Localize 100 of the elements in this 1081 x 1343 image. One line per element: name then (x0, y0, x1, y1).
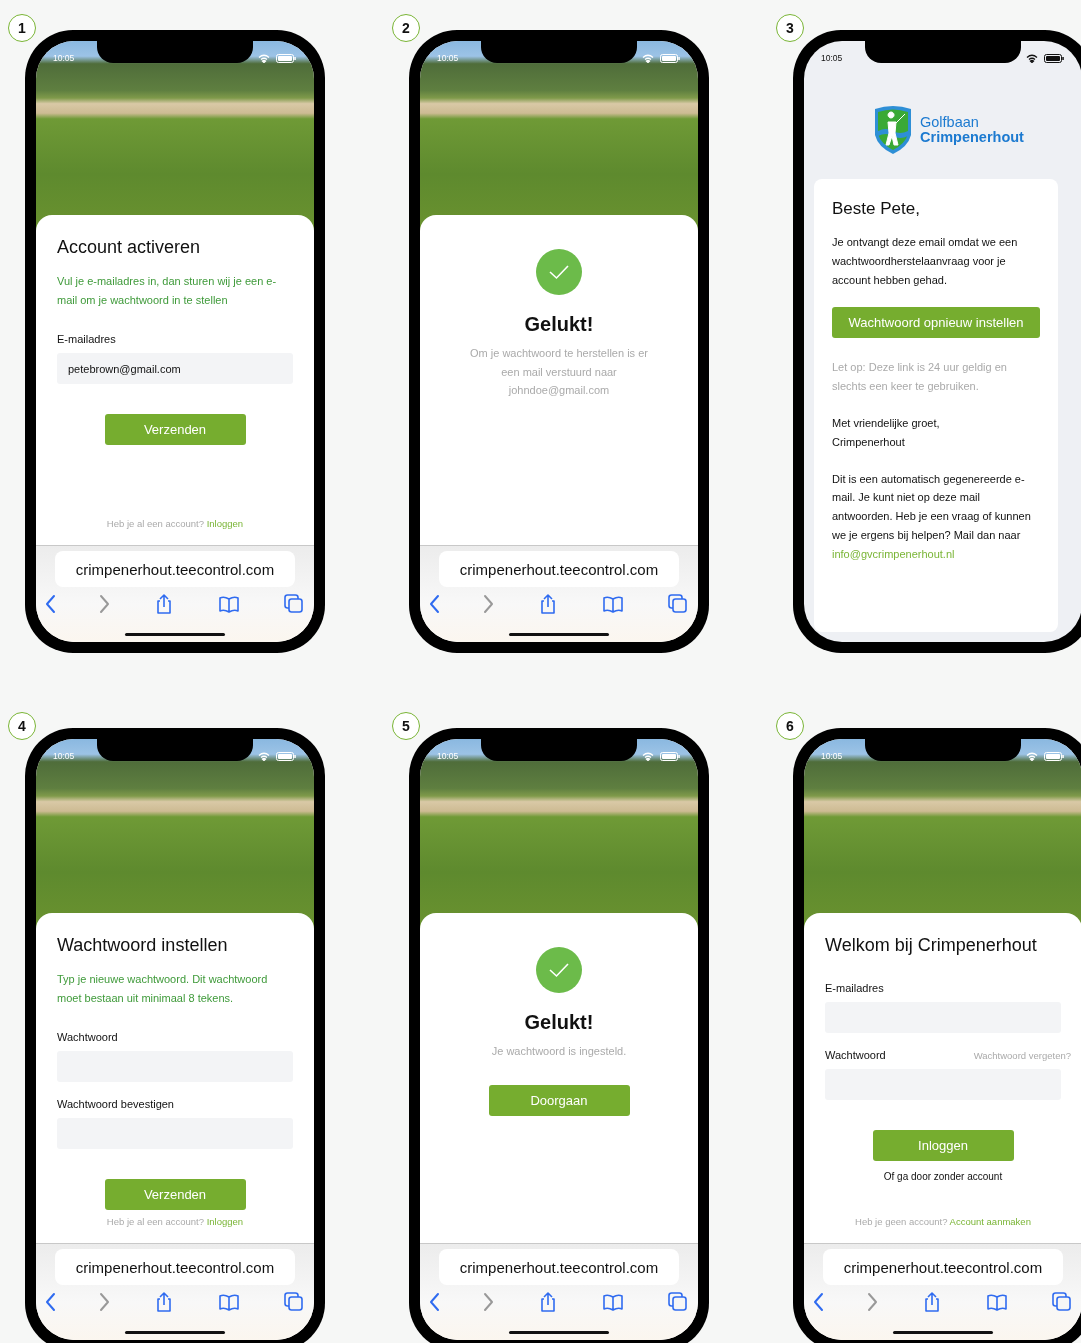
success-message: Je wachtwoord is ingesteld. (490, 1044, 628, 1059)
continue-button[interactable]: Doorgaan (488, 1084, 630, 1116)
login-link[interactable]: Inloggen (206, 1216, 244, 1227)
step-number-badge: 5 (392, 712, 420, 740)
forward-icon (483, 594, 494, 614)
step-number-badge: 6 (776, 712, 804, 740)
check-circle-icon (536, 249, 582, 295)
screen-title: Wachtwoord instellen (57, 935, 229, 956)
logo-text-line: Crimpenerhout (920, 130, 1024, 145)
book-icon (602, 593, 624, 615)
status-time: 10:05 (437, 53, 459, 63)
book-button[interactable] (218, 1291, 240, 1313)
success-title: Gelukt! (524, 313, 594, 336)
check-circle-icon (536, 947, 582, 993)
back-icon (813, 1292, 824, 1312)
email-signoff: Met vriendelijke groet, Crimpenerhout (832, 416, 941, 450)
book-icon (602, 1291, 624, 1313)
back-button[interactable] (45, 593, 56, 615)
intro-text: Typ je nieuwe wachtwoord. Dit wachtwoord moet bestaan uit minimaal 8 tekens. (57, 972, 269, 1006)
back-button[interactable] (429, 593, 440, 615)
wifi-icon (1026, 751, 1038, 761)
book-icon (986, 1291, 1008, 1313)
email-link[interactable]: info@gvcrimpenerhout.nl (832, 547, 955, 560)
email-greeting: Beste Pete, (832, 199, 921, 219)
tabs-button[interactable] (1051, 1291, 1073, 1313)
tabs-icon (667, 593, 689, 615)
battery-icon (276, 751, 296, 761)
address-bar[interactable]: crimpenerhout.teecontrol.com (55, 551, 295, 587)
back-icon (429, 1292, 440, 1312)
field-label: E-mailadres (825, 982, 884, 994)
battery-icon (1044, 53, 1064, 63)
tabs-icon (667, 1291, 689, 1313)
back-button[interactable] (45, 1291, 56, 1313)
address-bar[interactable]: crimpenerhout.teecontrol.com (439, 1249, 679, 1285)
email-paragraph: Dit is een automatisch gegenereerde e-mail. Je kunt niet op deze mail antwoorden. Heb je een vraag of kunnen we je ergens bij helpen? Mail dan naar info@gvcrimpenerhout.nl (832, 471, 1032, 562)
status-time: 10:05 (437, 751, 459, 761)
tabs-button[interactable] (283, 593, 305, 615)
footer-text: Heb je al een account? Inloggen (105, 1216, 245, 1227)
step-number-badge: 4 (8, 712, 36, 740)
submit-button[interactable]: Inloggen (872, 1130, 1014, 1161)
back-button[interactable] (429, 1291, 440, 1313)
back-icon (429, 594, 440, 614)
login-link[interactable]: Account aanmaken (949, 1216, 1031, 1227)
step-number-badge: 2 (392, 14, 420, 42)
footer-text: Heb je al een account? Inloggen (105, 518, 245, 529)
email-note: Let op: Deze link is 24 uur geldig en slechts een keer te gebruiken. (832, 360, 1008, 395)
tabs-icon (1051, 1291, 1073, 1313)
input-field[interactable]: petebrown@gmail.com (57, 353, 293, 384)
submit-button[interactable]: Verzenden (104, 414, 246, 445)
forward-icon (99, 1292, 110, 1312)
submit-button[interactable]: Verzenden (104, 1179, 246, 1210)
status-time: 10:05 (53, 751, 75, 761)
screen-title: Welkom bij Crimpenerhout (825, 935, 1038, 956)
email-paragraph: Je ontvangt deze email omdat we een wachtwoordherstelaanvraag voor je account hebben gehad. (832, 235, 1019, 288)
status-time: 10:05 (821, 53, 843, 63)
address-bar[interactable]: crimpenerhout.teecontrol.com (823, 1249, 1063, 1285)
continue-without-account-link[interactable]: Of ga door zonder account (825, 1171, 1061, 1182)
success-title: Gelukt! (524, 1011, 594, 1034)
logo-text-line: Golfbaan (920, 115, 980, 130)
wifi-icon (642, 751, 654, 761)
screen-title: Account activeren (57, 237, 202, 258)
forgot-password-link[interactable]: Wachtwoord vergeten? (973, 1050, 1071, 1061)
step-number-badge: 1 (8, 14, 36, 42)
address-bar[interactable]: crimpenerhout.teecontrol.com (55, 1249, 295, 1285)
back-icon (45, 594, 56, 614)
tabs-button[interactable] (283, 1291, 305, 1313)
battery-icon (660, 53, 680, 63)
step-number-badge: 3 (776, 14, 804, 42)
tabs-icon (283, 1291, 305, 1313)
wifi-icon (258, 53, 270, 63)
success-message: Om je wachtwoord te herstellen is er een mail verstuurd naar johndoe@gmail.com (469, 346, 649, 398)
battery-icon (276, 53, 296, 63)
battery-icon (1044, 751, 1064, 761)
book-button[interactable] (986, 1291, 1008, 1313)
footer-text: Heb je geen account? Account aanmaken (854, 1216, 1032, 1227)
back-icon (45, 1292, 56, 1312)
book-button[interactable] (602, 1291, 624, 1313)
address-bar[interactable]: crimpenerhout.teecontrol.com (439, 551, 679, 587)
wifi-icon (258, 751, 270, 761)
book-icon (218, 1291, 240, 1313)
reset-password-button[interactable]: Wachtwoord opnieuw instellen (832, 307, 1040, 339)
login-link[interactable]: Inloggen (206, 518, 244, 529)
forward-icon (483, 1292, 494, 1312)
field-label: E-mailadres (57, 333, 116, 345)
tabs-icon (283, 593, 305, 615)
tabs-button[interactable] (667, 1291, 689, 1313)
forward-icon (99, 594, 110, 614)
status-time: 10:05 (821, 751, 843, 761)
back-button[interactable] (813, 1291, 824, 1313)
battery-icon (660, 751, 680, 761)
book-button[interactable] (218, 593, 240, 615)
wifi-icon (642, 53, 654, 63)
book-button[interactable] (602, 593, 624, 615)
book-icon (218, 593, 240, 615)
status-time: 10:05 (53, 53, 75, 63)
wifi-icon (1026, 53, 1038, 63)
tabs-button[interactable] (667, 593, 689, 615)
field-label: Wachtwoord (57, 1031, 118, 1043)
forward-icon (867, 1292, 878, 1312)
intro-text: Vul je e-mailadres in, dan sturen wij je een e-mail om je wachtwoord in te stellen (57, 274, 278, 308)
